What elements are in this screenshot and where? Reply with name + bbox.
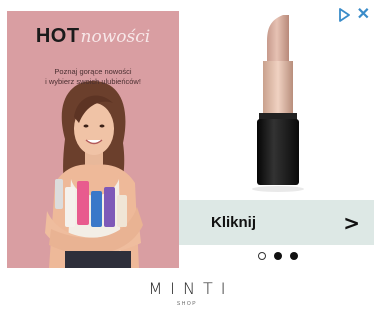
brand-logo[interactable]: MINTI SHOP xyxy=(0,279,374,307)
chevron-right-icon: > xyxy=(343,210,360,235)
promo-subtitle: Poznaj gorące nowości i wybierz swoich u… xyxy=(7,67,179,87)
carousel-dot-3[interactable] xyxy=(290,252,298,260)
promo-subtitle-line2: i wybierz swoich ulubieńców! xyxy=(45,77,141,86)
close-ad-icon[interactable]: ✕ xyxy=(357,7,370,23)
brand-tagline: SHOP xyxy=(176,301,198,307)
promo-headline: HOTnowości xyxy=(7,25,179,48)
carousel-dot-2[interactable] xyxy=(274,252,282,260)
cta-button[interactable]: Kliknij > xyxy=(179,200,374,245)
cta-label: Kliknij xyxy=(211,214,257,231)
headline-word: nowości xyxy=(80,27,151,47)
product-slide[interactable] xyxy=(179,11,374,201)
carousel-dots xyxy=(258,252,298,260)
adchoices[interactable]: ✕ xyxy=(337,7,370,23)
headline-hot: HOT xyxy=(35,25,80,47)
model-with-products-image xyxy=(45,81,143,268)
display-ad[interactable]: ✕ HOTnowości Poznaj gorące nowości i wyb… xyxy=(0,0,374,320)
promo-banner[interactable]: HOTnowości Poznaj gorące nowości i wybie… xyxy=(7,11,179,268)
carousel-dot-1[interactable] xyxy=(258,252,266,260)
promo-subtitle-line1: Poznaj gorące nowości xyxy=(54,67,132,76)
lipstick-image xyxy=(252,15,304,192)
adchoices-icon[interactable] xyxy=(337,8,351,22)
brand-name: MINTI xyxy=(148,279,234,298)
